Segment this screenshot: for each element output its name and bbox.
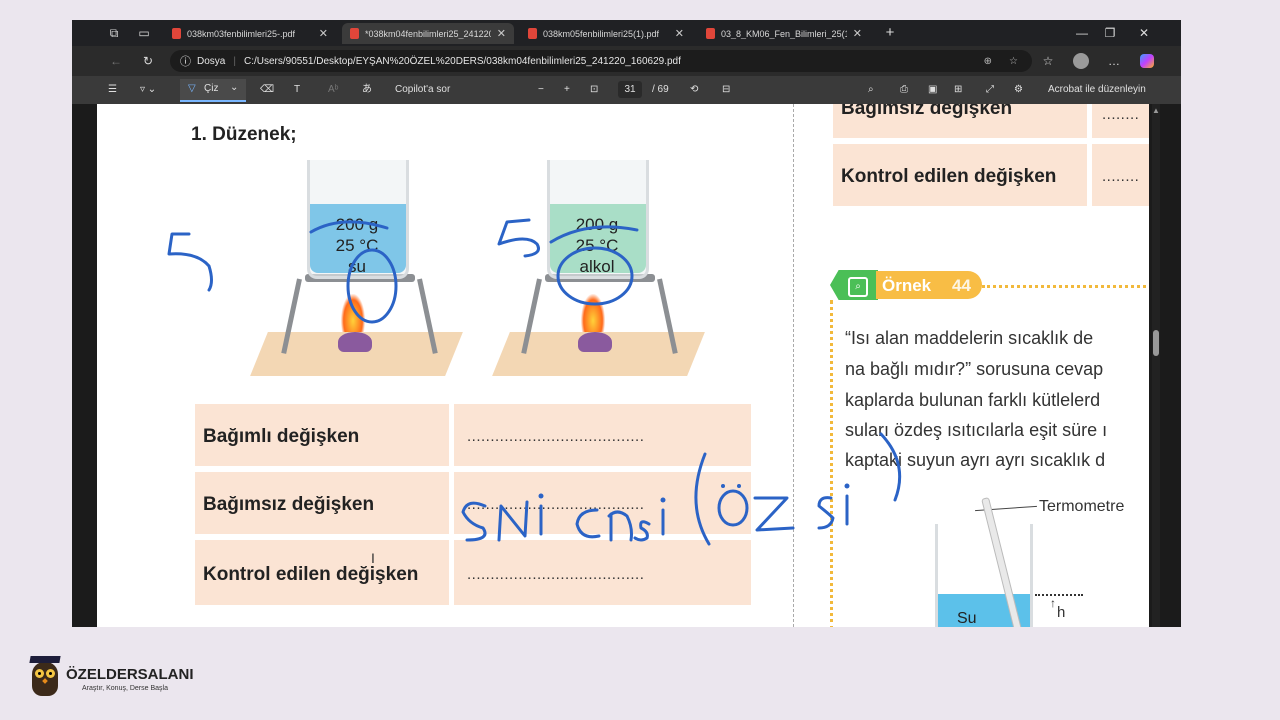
draw-pen-icon: ▽ (188, 83, 196, 94)
chevron-down-icon: ⌄ (230, 82, 239, 93)
back-icon[interactable]: ← (106, 52, 126, 70)
ink-letter (753, 496, 795, 532)
tab-bar: ⧉ ▭ 038km03fenbilimleri25-.pdf ✕ *038km0… (72, 20, 1181, 46)
ink-letter (497, 500, 529, 542)
page-number-input[interactable]: 31 (618, 81, 642, 98)
highlight-icon[interactable]: ▿ ⌄ (140, 83, 156, 97)
ink-letter (607, 510, 633, 542)
text-icon[interactable]: T (294, 83, 300, 97)
owl-logo-icon (29, 656, 61, 700)
ink-circle (556, 246, 634, 306)
close-tab-icon[interactable]: ✕ (675, 27, 684, 40)
ink-paren (694, 452, 711, 546)
ink-letter (633, 520, 651, 542)
zoom-out-icon[interactable]: − (538, 83, 544, 97)
print-icon[interactable]: ⎙ (900, 83, 908, 97)
save-as-icon[interactable]: ⊞ (954, 83, 962, 97)
page-total: / 69 (652, 84, 669, 95)
pdf-icon (350, 28, 359, 39)
translate-icon[interactable]: あ (362, 83, 372, 97)
minimize-icon[interactable]: — (1072, 24, 1092, 42)
search-icon[interactable]: ⌕ (868, 83, 874, 97)
profile-avatar[interactable] (1073, 53, 1089, 69)
workspaces-icon[interactable]: ⧉ (104, 24, 124, 42)
copilot-icon[interactable] (1140, 54, 1154, 68)
rotate-icon[interactable]: ⟲ (690, 83, 698, 97)
scrollbar-thumb[interactable] (1153, 330, 1159, 356)
brand-slogan: Araştır, Konuş, Derse Başla (82, 685, 168, 692)
contents-icon[interactable]: ☰ (108, 83, 117, 97)
handwritten-five (167, 232, 213, 292)
ink-letter (461, 501, 487, 542)
ink-paren (879, 432, 902, 502)
tab-2-active[interactable]: *038km04fenbilimleri25_241220_ ✕ (342, 23, 514, 44)
save-icon[interactable]: ▣ (928, 83, 937, 97)
page-view-icon[interactable]: ⊟ (722, 83, 730, 97)
text-cursor-icon: I (371, 550, 375, 566)
tab-4[interactable]: 03_8_KM06_Fen_Bilimleri_25(1).p... ✕ (698, 23, 870, 44)
ink-stroke (549, 225, 639, 244)
close-tab-icon[interactable]: ✕ (497, 27, 506, 40)
tab-actions-icon[interactable]: ▭ (134, 24, 154, 42)
more-menu-icon[interactable]: … (1104, 52, 1124, 70)
close-tab-icon[interactable]: ✕ (319, 27, 328, 40)
zoom-icon[interactable]: ⊕ (984, 56, 992, 67)
tab-3[interactable]: 038km05fenbilimleri25(1).pdf ✕ (520, 23, 692, 44)
fit-page-icon[interactable]: ⊡ (590, 83, 598, 97)
fullscreen-icon[interactable]: ⤢ (986, 83, 994, 97)
acrobat-edit-button[interactable]: Acrobat ile düzenleyin (1048, 83, 1146, 97)
brand-name: ÖZELDERSALANI (66, 666, 194, 683)
info-icon: ⓘ (180, 56, 191, 68)
ink-circle (346, 248, 398, 324)
ink-letter (575, 508, 601, 539)
address-bar: ← ↻ ⓘ Dosya | C:/Users/90551/Desktop/EYŞ… (72, 46, 1181, 76)
scroll-up-icon[interactable]: ▲ (1152, 106, 1160, 115)
ink-letter (717, 489, 749, 527)
ink-letter (817, 496, 835, 530)
refresh-icon[interactable]: ↻ (138, 52, 158, 70)
pdf-toolbar: ☰ ▿ ⌄ ▽ Çiz ⌄ ⌫ T Aᵇ あ Copilot'a sor − +… (72, 76, 1181, 104)
ink-stroke (309, 220, 389, 234)
favorites-icon[interactable]: ☆ (1038, 52, 1058, 70)
close-tab-icon[interactable]: ✕ (853, 27, 862, 40)
restore-icon[interactable]: ❐ (1100, 24, 1120, 42)
settings-gear-icon[interactable]: ⚙ (1014, 83, 1023, 97)
pdf-page: 1. Düzenek; 200 g 25 °C su 200 g 25 °C a… (97, 104, 1149, 627)
pdf-icon (706, 28, 715, 39)
favorite-star-icon[interactable]: ☆ (1009, 56, 1018, 67)
draw-button[interactable]: ▽ Çiz ⌄ (180, 79, 246, 102)
read-aloud-icon[interactable]: Aᵇ (328, 83, 338, 97)
url-text: C:/Users/90551/Desktop/EYŞAN%20ÖZEL%20DE… (243, 55, 681, 67)
pdf-icon (172, 28, 181, 39)
handwritten-five (497, 218, 540, 258)
tab-1[interactable]: 038km03fenbilimleri25-.pdf ✕ (164, 23, 336, 44)
handwriting-layer (167, 218, 902, 546)
browser-window: ⧉ ▭ 038km03fenbilimleri25-.pdf ✕ *038km0… (72, 20, 1181, 627)
pdf-icon (528, 28, 537, 39)
pdf-viewport: 1. Düzenek; 200 g 25 °C su 200 g 25 °C a… (72, 104, 1181, 627)
scrollbar[interactable] (1152, 104, 1160, 627)
copilot-ask-button[interactable]: Copilot'a sor (395, 83, 450, 97)
close-window-icon[interactable]: ✕ (1134, 24, 1154, 42)
url-field[interactable]: ⓘ Dosya | C:/Users/90551/Desktop/EYŞAN%2… (170, 50, 1032, 72)
eraser-icon[interactable]: ⌫ (260, 83, 274, 97)
zoom-in-icon[interactable]: + (564, 83, 570, 97)
new-tab-icon[interactable]: + (880, 24, 900, 42)
